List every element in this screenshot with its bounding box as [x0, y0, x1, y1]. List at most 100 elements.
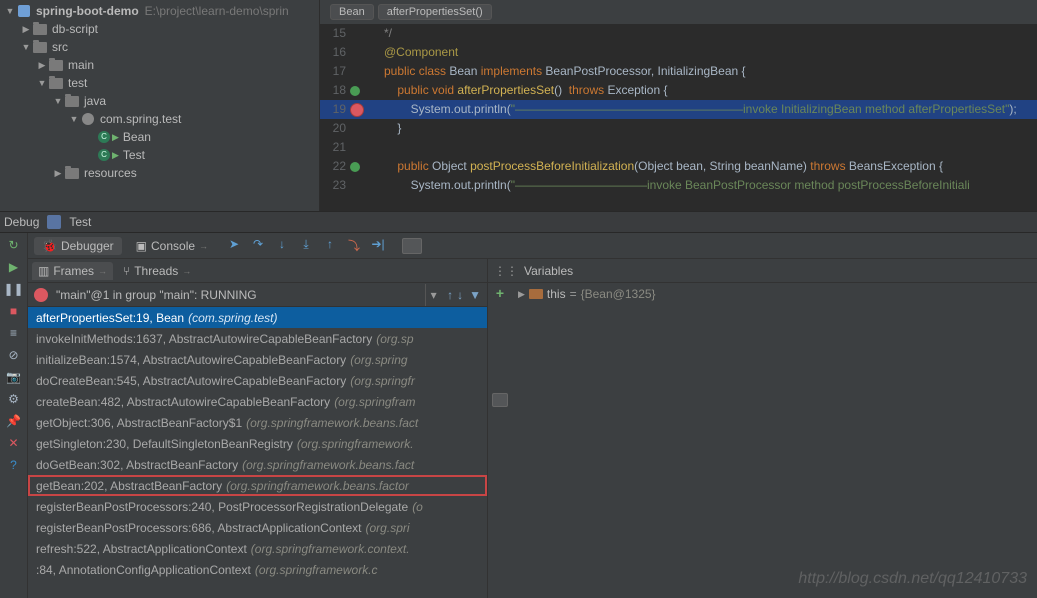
runnable-badge-icon: ▶	[112, 150, 119, 161]
line-number: 19	[320, 100, 350, 119]
stack-frame[interactable]: getObject:306, AbstractBeanFactory$1(org…	[28, 412, 487, 433]
force-step-into-icon[interactable]: ⤓	[298, 237, 314, 254]
stack-frame-text: refresh:522, AbstractApplicationContext	[36, 542, 247, 556]
code-line[interactable]: 20 }	[320, 119, 1037, 138]
step-over-icon[interactable]: ↷	[250, 237, 266, 254]
tree-item[interactable]: ▼src	[4, 38, 319, 56]
override-icon[interactable]	[350, 162, 360, 172]
expand-arrow-icon[interactable]: ▼	[68, 114, 80, 124]
expand-arrow-icon[interactable]: ▶	[20, 24, 32, 35]
run-to-cursor-icon[interactable]: ➔|	[370, 237, 386, 254]
expand-arrow-icon[interactable]: ▼	[4, 6, 16, 16]
code-text: System.out.println("———————————————————i…	[384, 100, 1017, 119]
close-icon[interactable]: ✕	[6, 435, 22, 451]
code-line[interactable]: 18 public void afterPropertiesSet() thro…	[320, 81, 1037, 100]
code-line[interactable]: 21	[320, 138, 1037, 157]
code-line[interactable]: 17public class Bean implements BeanPostP…	[320, 62, 1037, 81]
tree-item[interactable]: ▶ db-script	[4, 20, 319, 38]
show-watches-icon[interactable]	[492, 393, 508, 407]
tree-item[interactable]: ▼test	[4, 74, 319, 92]
tree-item-label: db-script	[52, 22, 98, 36]
thread-dropdown-button[interactable]: ▾	[425, 284, 441, 306]
rerun-icon[interactable]: ↻	[6, 237, 22, 253]
stack-frame[interactable]: getSingleton:230, DefaultSingletonBeanRe…	[28, 433, 487, 454]
gutter[interactable]	[350, 103, 384, 117]
tree-item[interactable]: ▼com.spring.test	[4, 110, 319, 128]
toolwindow-label-debug[interactable]: Debug	[4, 215, 39, 229]
code-line[interactable]: 15*/	[320, 24, 1037, 43]
evaluate-expression-icon[interactable]	[402, 238, 422, 254]
filter-icon[interactable]: ▼	[469, 288, 485, 302]
stack-frame-package: (com.spring.test)	[188, 311, 277, 325]
debug-session-toolbar: ↻ ▶ ❚❚ ■ ≡ ⊘ 📷 ⚙ 📌 ✕ ?	[0, 233, 28, 598]
expand-arrow-icon[interactable]: ▼	[20, 42, 32, 52]
tab-debugger[interactable]: 🐞 Debugger	[34, 237, 122, 255]
stack-frame[interactable]: invokeInitMethods:1637, AbstractAutowire…	[28, 328, 487, 349]
code-line[interactable]: 22 public Object postProcessBeforeInitia…	[320, 157, 1037, 176]
step-into-icon[interactable]: ↓	[274, 237, 290, 254]
stack-frame[interactable]: registerBeanPostProcessors:240, PostProc…	[28, 496, 487, 517]
stack-frame[interactable]: getBean:202, AbstractBeanFactory(org.spr…	[28, 475, 487, 496]
show-execution-point-icon[interactable]: ➤	[226, 237, 242, 254]
tree-item-label: resources	[84, 166, 137, 180]
expand-arrow-icon[interactable]: ▶	[52, 168, 64, 179]
tab-console[interactable]: ▣ Console →	[128, 237, 216, 255]
tree-item-label: Bean	[123, 130, 151, 144]
stack-frame[interactable]: createBean:482, AbstractAutowireCapableB…	[28, 391, 487, 412]
frames-tab-icon: ▥	[38, 264, 49, 278]
stack-frame[interactable]: registerBeanPostProcessors:686, Abstract…	[28, 517, 487, 538]
thread-selector[interactable]: "main"@1 in group "main": RUNNING ▾ ↑ ↓ …	[28, 283, 487, 307]
gutter[interactable]	[350, 162, 384, 172]
tree-item[interactable]: ▶ resources	[4, 164, 319, 182]
override-icon[interactable]	[350, 86, 360, 96]
stack-frame[interactable]: doCreateBean:545, AbstractAutowireCapabl…	[28, 370, 487, 391]
view-breakpoints-icon[interactable]: ≡	[6, 325, 22, 341]
gutter[interactable]	[350, 86, 384, 96]
stack-frame[interactable]: doGetBean:302, AbstractBeanFactory(org.s…	[28, 454, 487, 475]
expand-arrow-icon[interactable]: ▶	[36, 60, 48, 71]
stop-icon[interactable]: ■	[6, 303, 22, 319]
code-text: @Component	[384, 43, 458, 62]
stack-frames-list[interactable]: afterPropertiesSet:19, Bean(com.spring.t…	[28, 307, 487, 598]
debug-tabs: 🐞 Debugger ▣ Console → ➤ ↷ ↓ ⤓ ↑ ⤵ ➔|	[28, 233, 1037, 259]
breadcrumb-item-class[interactable]: Bean	[330, 4, 374, 20]
tree-item[interactable]: ▶Bean	[4, 128, 319, 146]
toolwindow-label-runconfig[interactable]: Test	[69, 215, 91, 229]
tab-threads[interactable]: ⑂ Threads →	[117, 262, 197, 280]
expand-arrow-icon[interactable]: ▶	[518, 289, 525, 300]
variables-tree[interactable]: ▶ this = {Bean@1325}	[512, 283, 1037, 598]
tree-item[interactable]: ▶Test	[4, 146, 319, 164]
get-thread-dump-icon[interactable]: 📷	[6, 369, 22, 385]
pin-icon[interactable]: 📌	[6, 413, 22, 429]
help-icon[interactable]: ?	[6, 457, 22, 473]
tab-frames[interactable]: ▥ Frames →	[32, 262, 113, 280]
stack-frame[interactable]: refresh:522, AbstractApplicationContext(…	[28, 538, 487, 559]
breakpoint-icon[interactable]	[350, 103, 364, 117]
code-line[interactable]: 19 System.out.println("—————————————————…	[320, 100, 1037, 119]
expand-arrow-icon[interactable]: ▼	[36, 78, 48, 88]
settings-icon[interactable]: ⚙	[6, 391, 22, 407]
stack-frame[interactable]: afterPropertiesSet:19, Bean(com.spring.t…	[28, 307, 487, 328]
code-area[interactable]: 15*/16@Component17public class Bean impl…	[320, 24, 1037, 211]
project-tree[interactable]: ▼ spring-boot-demo E:\project\learn-demo…	[0, 0, 320, 211]
stack-frame[interactable]: :84, AnnotationConfigApplicationContext(…	[28, 559, 487, 580]
drop-frame-icon[interactable]: ⤵	[346, 237, 362, 254]
pause-icon[interactable]: ❚❚	[6, 281, 22, 297]
code-editor[interactable]: Bean afterPropertiesSet() 15*/16@Compone…	[320, 0, 1037, 211]
code-line[interactable]: 16@Component	[320, 43, 1037, 62]
prev-frame-icon[interactable]: ↑	[447, 288, 453, 302]
tree-item[interactable]: ▶main	[4, 56, 319, 74]
add-watch-icon[interactable]: +	[496, 285, 504, 301]
variable-row[interactable]: ▶ this = {Bean@1325}	[518, 287, 1031, 301]
step-out-icon[interactable]: ↑	[322, 237, 338, 254]
resume-icon[interactable]: ▶	[6, 259, 22, 275]
stack-frame-text: getSingleton:230, DefaultSingletonBeanRe…	[36, 437, 293, 451]
mute-breakpoints-icon[interactable]: ⊘	[6, 347, 22, 363]
expand-arrow-icon[interactable]: ▼	[52, 96, 64, 106]
project-root[interactable]: ▼ spring-boot-demo E:\project\learn-demo…	[4, 2, 319, 20]
tree-item[interactable]: ▼java	[4, 92, 319, 110]
code-line[interactable]: 23 System.out.println("———————————invoke…	[320, 176, 1037, 195]
stack-frame[interactable]: initializeBean:1574, AbstractAutowireCap…	[28, 349, 487, 370]
breadcrumb-item-method[interactable]: afterPropertiesSet()	[378, 4, 492, 20]
next-frame-icon[interactable]: ↓	[457, 288, 463, 302]
